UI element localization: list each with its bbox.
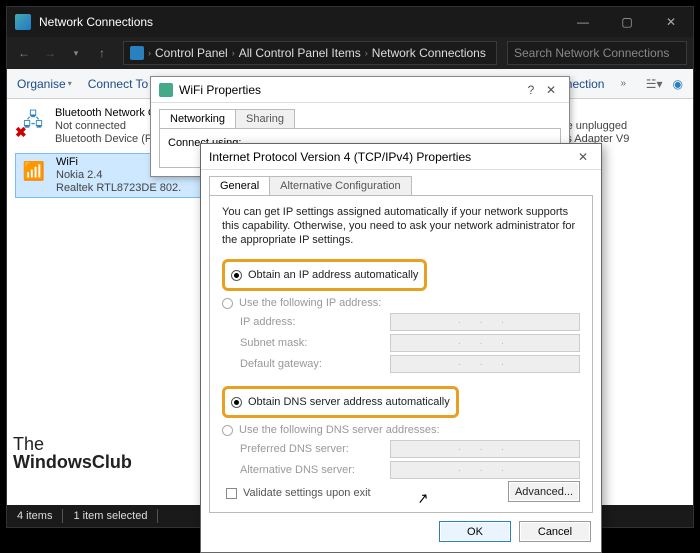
highlight-ip-auto: Obtain an IP address automatically (222, 259, 427, 291)
status-selected: 1 item selected (73, 510, 147, 522)
cancel-button[interactable]: Cancel (519, 521, 591, 542)
radio-dns-auto[interactable]: Obtain DNS server address automatically (231, 396, 450, 408)
close-button[interactable]: ✕ (649, 7, 693, 37)
ipv4-description: You can get IP settings assigned automat… (222, 206, 580, 247)
tab-networking[interactable]: Networking (159, 109, 236, 128)
label-validate: Validate settings upon exit (243, 487, 371, 499)
breadcrumb[interactable]: › Control Panel › All Control Panel Item… (123, 41, 497, 65)
radio-dns-manual[interactable]: Use the following DNS server addresses: (222, 424, 580, 436)
network-icon (15, 14, 31, 30)
wifi-icon: 📶 (18, 156, 50, 188)
tab-sharing[interactable]: Sharing (235, 109, 295, 128)
ok-button[interactable]: OK (439, 521, 511, 542)
bluetooth-icon: 🖧✖ (17, 107, 49, 139)
forward-button[interactable]: → (39, 42, 61, 64)
wifi-dialog-help-icon[interactable]: ? (521, 83, 541, 97)
crumb-2[interactable]: All Control Panel Items (239, 46, 361, 60)
radio-dot-icon (231, 270, 242, 281)
wifi-dialog-icon (159, 83, 173, 97)
highlight-dns-auto: Obtain DNS server address automatically (222, 386, 459, 418)
input-default-gateway: . . . (390, 355, 580, 373)
label-preferred-dns: Preferred DNS server: (240, 443, 390, 455)
up-button[interactable]: ↑ (91, 42, 113, 64)
crumb-1[interactable]: Control Panel (155, 46, 228, 60)
overflow-icon[interactable]: » (620, 78, 626, 89)
input-alternative-dns: . . . (390, 461, 580, 479)
organise-menu[interactable]: Organise▾ (17, 77, 72, 91)
help-icon[interactable]: ◉ (673, 77, 683, 91)
ipv4-properties-dialog: Internet Protocol Version 4 (TCP/IPv4) P… (200, 143, 602, 553)
ipv4-dialog-close-icon[interactable]: ✕ (573, 150, 593, 164)
window-title: Network Connections (39, 15, 561, 29)
search-input[interactable]: Search Network Connections (507, 41, 687, 65)
label-default-gateway: Default gateway: (240, 358, 390, 370)
advanced-button[interactable]: Advanced... (508, 481, 580, 502)
ipv4-dialog-title: Internet Protocol Version 4 (TCP/IPv4) P… (209, 150, 471, 164)
status-count: 4 items (17, 510, 52, 522)
control-panel-icon (130, 46, 144, 60)
navbar: ← → ▾ ↑ › Control Panel › All Control Pa… (7, 37, 693, 69)
radio-dot-icon (222, 298, 233, 309)
recent-dropdown[interactable]: ▾ (65, 42, 87, 64)
view-options-icon[interactable]: ☱▾ (646, 77, 663, 91)
radio-ip-auto[interactable]: Obtain an IP address automatically (231, 269, 418, 281)
radio-ip-manual[interactable]: Use the following IP address: (222, 297, 580, 309)
checkbox-validate[interactable] (226, 488, 237, 499)
crumb-3[interactable]: Network Connections (372, 46, 486, 60)
radio-dot-icon (231, 397, 242, 408)
wifi-dialog-close-icon[interactable]: ✕ (541, 83, 561, 97)
connect-to-button[interactable]: Connect To (88, 77, 149, 91)
tab-general[interactable]: General (209, 176, 270, 195)
input-ip-address: . . . (390, 313, 580, 331)
back-button[interactable]: ← (13, 42, 35, 64)
label-ip-address: IP address: (240, 316, 390, 328)
titlebar: Network Connections — ▢ ✕ (7, 7, 693, 37)
maximize-button[interactable]: ▢ (605, 7, 649, 37)
label-alternative-dns: Alternative DNS server: (240, 464, 390, 476)
minimize-button[interactable]: — (561, 7, 605, 37)
label-subnet-mask: Subnet mask: (240, 337, 390, 349)
wifi-dialog-title: WiFi Properties (179, 83, 261, 97)
search-placeholder: Search Network Connections (514, 46, 669, 60)
radio-dot-icon (222, 425, 233, 436)
input-subnet-mask: . . . (390, 334, 580, 352)
input-preferred-dns: . . . (390, 440, 580, 458)
watermark: The WindowsClub (13, 435, 132, 471)
tab-alternative-config[interactable]: Alternative Configuration (269, 176, 411, 195)
